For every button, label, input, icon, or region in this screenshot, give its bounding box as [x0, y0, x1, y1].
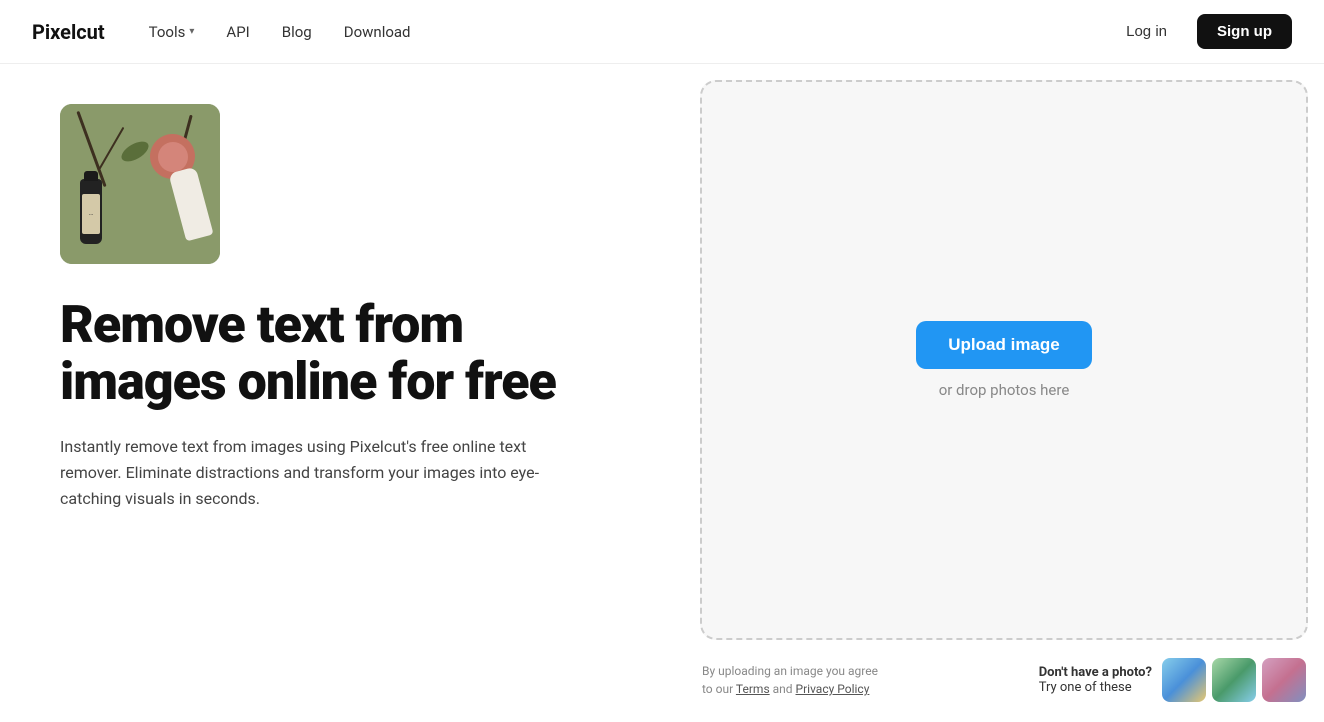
sample-thumb-2[interactable]: [1212, 658, 1256, 702]
sample-section: Don't have a photo? Try one of these: [1039, 658, 1306, 702]
upload-footer: By uploading an image you agree to our T…: [700, 648, 1308, 706]
privacy-link[interactable]: Privacy Policy: [796, 682, 870, 696]
nav-item-download[interactable]: Download: [332, 15, 423, 49]
drop-hint-text: or drop photos here: [939, 381, 1070, 399]
right-panel: Upload image or drop photos here By uplo…: [700, 64, 1324, 722]
sample-thumbnails: [1162, 658, 1306, 702]
login-button[interactable]: Log in: [1108, 15, 1185, 48]
nav-item-api[interactable]: API: [214, 15, 261, 49]
navbar: Pixelcut Tools ▾ API Blog Download Log i…: [0, 0, 1324, 64]
terms-text: By uploading an image you agree to our T…: [702, 662, 878, 698]
upload-dropzone[interactable]: Upload image or drop photos here: [700, 80, 1308, 640]
signup-button[interactable]: Sign up: [1197, 14, 1292, 49]
nav-links: Tools ▾ API Blog Download: [137, 15, 1108, 49]
product-image: •••: [60, 104, 220, 264]
left-panel: ••• Remove text from images online for f…: [0, 64, 700, 722]
nav-item-tools[interactable]: Tools ▾: [137, 15, 207, 49]
hero-description: Instantly remove text from images using …: [60, 434, 580, 511]
upload-image-button[interactable]: Upload image: [916, 321, 1091, 369]
sample-thumb-3[interactable]: [1262, 658, 1306, 702]
terms-link[interactable]: Terms: [736, 682, 770, 696]
main-content: ••• Remove text from images online for f…: [0, 64, 1324, 722]
sample-thumb-1[interactable]: [1162, 658, 1206, 702]
nav-actions: Log in Sign up: [1108, 14, 1292, 49]
nav-item-blog[interactable]: Blog: [270, 15, 324, 49]
chevron-down-icon: ▾: [189, 26, 194, 37]
logo[interactable]: Pixelcut: [32, 20, 105, 44]
page-headline: Remove text from images online for free: [60, 296, 640, 410]
sample-label: Don't have a photo? Try one of these: [1039, 665, 1152, 695]
